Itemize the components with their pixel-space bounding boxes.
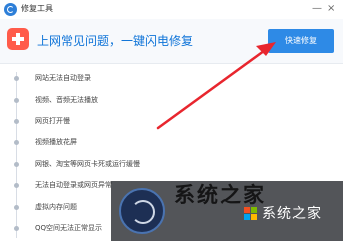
issue-label: 虚拟内存问题 — [35, 203, 77, 211]
quick-fix-button[interactable]: 快速修复 — [268, 29, 334, 53]
title-bar: 修复工具 — × — [0, 0, 343, 19]
issue-label: 网页打开慢 — [35, 117, 70, 125]
list-item[interactable]: 网页打开慢 — [14, 114, 246, 128]
watermark-large-text: 系统之家 — [174, 183, 266, 207]
close-button[interactable]: × — [327, 2, 335, 16]
header-banner: 上网常见问题，一键闪电修复 快速修复 — [0, 19, 343, 64]
issue-label: 视频播放花屏 — [35, 138, 77, 146]
bullet-dot-icon — [14, 162, 19, 167]
issue-label: 视频、音频无法播放 — [35, 96, 98, 104]
app-logo-icon — [4, 3, 17, 16]
issue-label: 无法自动登录或网页异常 — [35, 181, 112, 189]
watermark-logo-icon — [119, 188, 165, 234]
issue-label: QQ空间无法正常显示 — [35, 224, 103, 232]
issue-label: 网银、淘宝等网页卡死或运行缓慢 — [35, 160, 140, 168]
bullet-dot-icon — [14, 226, 19, 231]
repair-tool-window: 修复工具 — × 上网常见问题，一键闪电修复 快速修复 网站无法自动登录 视频、… — [0, 0, 343, 241]
bullet-dot-icon — [14, 98, 19, 103]
window-title: 修复工具 — [21, 4, 53, 13]
list-item[interactable]: 视频播放花屏 — [14, 135, 246, 149]
header-message: 上网常见问题，一键闪电修复 — [37, 34, 194, 48]
first-aid-kit-icon — [7, 28, 29, 50]
list-item[interactable]: 视频、音频无法播放 — [14, 93, 246, 107]
bullet-dot-icon — [14, 183, 19, 188]
windows-logo-icon — [244, 207, 257, 220]
watermark-text: 系统之家 — [262, 206, 322, 222]
bullet-dot-icon — [14, 140, 19, 145]
issue-label: 网站无法自动登录 — [35, 74, 91, 82]
list-item[interactable]: 网站无法自动登录 — [14, 71, 246, 85]
bullet-dot-icon — [14, 119, 19, 124]
minimize-button[interactable]: — — [312, 2, 322, 16]
bullet-dot-icon — [14, 76, 19, 81]
list-item[interactable]: 网银、淘宝等网页卡死或运行缓慢 — [14, 157, 246, 171]
bullet-dot-icon — [14, 205, 19, 210]
